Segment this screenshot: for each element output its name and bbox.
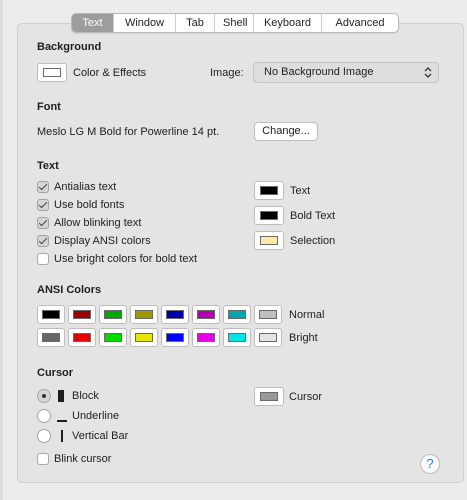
background-image-select[interactable]: No Background Image	[253, 62, 439, 83]
selection-color-label: Selection	[290, 235, 336, 247]
ansi-normal-label: Normal	[289, 309, 325, 321]
blink-cursor-checkbox[interactable]	[37, 453, 49, 465]
color-swatch	[228, 310, 246, 319]
color-swatch	[259, 310, 277, 319]
window-edge	[0, 0, 3, 500]
display-ansi-colors-label: Display ANSI colors	[54, 235, 151, 247]
tab-window[interactable]: Window	[114, 14, 176, 32]
color-swatch	[259, 333, 277, 342]
ansi-normal-black[interactable]	[37, 305, 65, 324]
display-ansi-colors-checkbox[interactable]	[37, 235, 49, 247]
blink-cursor-option[interactable]: Blink cursor	[37, 452, 111, 466]
use-bold-fonts-label: Use bold fonts	[54, 199, 125, 211]
cursor-underline-option[interactable]: Underline	[37, 409, 119, 423]
allow-blinking-text-label: Allow blinking text	[54, 217, 142, 229]
bold-text-color-label: Bold Text	[290, 210, 336, 222]
color-swatch	[166, 310, 184, 319]
block-cursor-icon	[57, 390, 67, 402]
color-swatch	[104, 333, 122, 342]
ansi-bright-magenta[interactable]	[192, 328, 220, 347]
color-swatch	[197, 310, 215, 319]
ansi-normal-magenta[interactable]	[192, 305, 220, 324]
ansi-normal-yellow[interactable]	[130, 305, 158, 324]
bright-colors-bold-label: Use bright colors for bold text	[54, 253, 198, 265]
background-color-button[interactable]	[37, 63, 67, 82]
color-swatch	[104, 310, 122, 319]
image-label: Image:	[210, 67, 244, 79]
background-heading: Background	[37, 41, 102, 53]
cursor-color-swatch	[260, 392, 278, 401]
vertical-bar-cursor-icon	[57, 430, 67, 442]
tab-advanced[interactable]: Advanced	[322, 14, 398, 32]
change-font-button[interactable]: Change...	[254, 122, 318, 141]
select-arrows-icon	[424, 67, 432, 78]
selection-color-button[interactable]	[254, 231, 284, 250]
ansi-colors-heading: ANSI Colors	[37, 284, 102, 296]
color-swatch	[42, 333, 60, 342]
color-swatch	[73, 310, 91, 319]
font-heading: Font	[37, 101, 61, 113]
background-color-swatch	[43, 68, 61, 77]
color-swatch	[73, 333, 91, 342]
ansi-normal-cyan[interactable]	[223, 305, 251, 324]
bold-text-color-button[interactable]	[254, 206, 284, 225]
ansi-bright-blue[interactable]	[161, 328, 189, 347]
ansi-bright-cyan[interactable]	[223, 328, 251, 347]
allow-blinking-text-checkbox[interactable]	[37, 217, 49, 229]
ansi-normal-blue[interactable]	[161, 305, 189, 324]
text-color-label: Text	[290, 185, 311, 197]
ansi-normal-green[interactable]	[99, 305, 127, 324]
cursor-vertical-bar-label: Vertical Bar	[72, 430, 129, 442]
color-swatch	[135, 333, 153, 342]
underline-cursor-icon	[57, 410, 67, 422]
ansi-bright-yellow[interactable]	[130, 328, 158, 347]
background-image-value: No Background Image	[264, 66, 374, 78]
cursor-block-radio[interactable]	[37, 389, 51, 403]
ansi-bright-green[interactable]	[99, 328, 127, 347]
cursor-underline-label: Underline	[72, 410, 120, 422]
ansi-normal-white[interactable]	[254, 305, 282, 324]
cursor-vertical-bar-option[interactable]: Vertical Bar	[37, 429, 128, 443]
tab-text[interactable]: Text	[72, 14, 114, 32]
text-color-button[interactable]	[254, 181, 284, 200]
ansi-bright-white[interactable]	[254, 328, 282, 347]
antialias-text-checkbox[interactable]	[37, 181, 49, 193]
selection-color-swatch	[260, 236, 278, 245]
ansi-normal-red[interactable]	[68, 305, 96, 324]
tab-keyboard[interactable]: Keyboard	[254, 14, 322, 32]
tab-bar: Text Window Tab Shell Keyboard Advanced	[71, 13, 399, 33]
display-ansi-colors-option[interactable]: Display ANSI colors	[37, 234, 151, 248]
allow-blinking-text-option[interactable]: Allow blinking text	[37, 216, 141, 230]
text-heading: Text	[37, 160, 59, 172]
cursor-underline-radio[interactable]	[37, 409, 51, 423]
color-swatch	[135, 310, 153, 319]
cursor-block-option[interactable]: Block	[37, 389, 99, 403]
antialias-text-label: Antialias text	[54, 181, 117, 193]
bold-text-color-swatch	[260, 211, 278, 220]
ansi-bright-label: Bright	[289, 332, 318, 344]
color-swatch	[228, 333, 246, 342]
color-swatch	[42, 310, 60, 319]
color-swatch	[197, 333, 215, 342]
color-effects-label: Color & Effects	[73, 67, 147, 79]
antialias-text-option[interactable]: Antialias text	[37, 180, 116, 194]
help-button[interactable]: ?	[420, 454, 440, 474]
tab-tab[interactable]: Tab	[176, 14, 215, 32]
cursor-block-label: Block	[72, 390, 99, 402]
use-bold-fonts-option[interactable]: Use bold fonts	[37, 198, 124, 212]
ansi-bright-red[interactable]	[68, 328, 96, 347]
bright-colors-bold-checkbox[interactable]	[37, 253, 49, 265]
tab-shell[interactable]: Shell	[215, 14, 254, 32]
bright-colors-bold-option[interactable]: Use bright colors for bold text	[37, 252, 197, 266]
cursor-heading: Cursor	[37, 367, 74, 379]
color-swatch	[166, 333, 184, 342]
cursor-color-label: Cursor	[289, 391, 323, 403]
blink-cursor-label: Blink cursor	[54, 453, 112, 465]
cursor-color-button[interactable]	[254, 387, 284, 406]
cursor-vertical-bar-radio[interactable]	[37, 429, 51, 443]
font-value: Meslo LG M Bold for Powerline 14 pt.	[37, 126, 220, 138]
use-bold-fonts-checkbox[interactable]	[37, 199, 49, 211]
text-color-swatch	[260, 186, 278, 195]
ansi-bright-black[interactable]	[37, 328, 65, 347]
